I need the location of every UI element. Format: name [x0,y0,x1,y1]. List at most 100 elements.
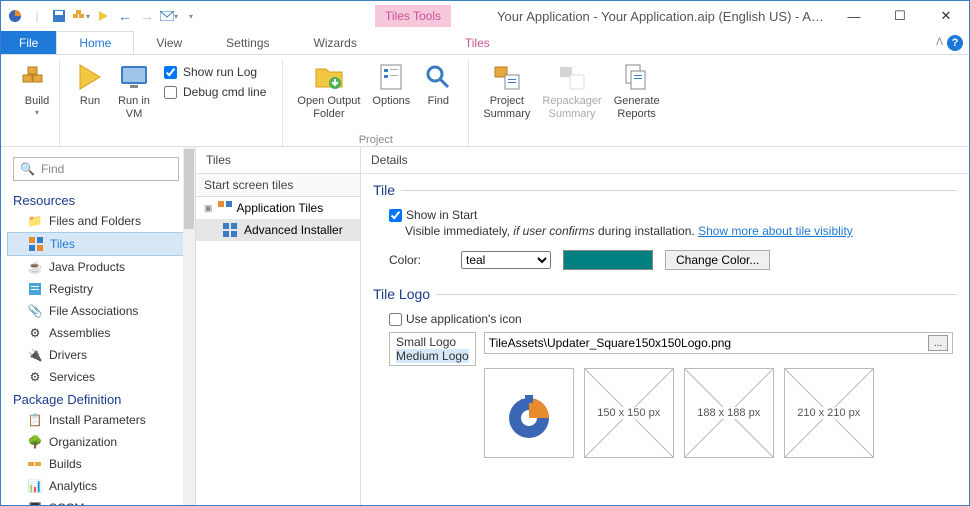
tab-tiles[interactable]: Tiles [443,31,512,54]
qat-mail-icon[interactable]: ▾ [159,6,179,26]
color-swatch [563,250,653,270]
folder-icon: 📁 [27,213,43,229]
tab-wizards[interactable]: Wizards [292,31,379,54]
assemblies-icon: ⚙ [27,325,43,341]
use-app-icon-checkbox[interactable]: Use application's icon [389,308,953,326]
nav-tiles[interactable]: Tiles [7,232,195,256]
tab-file[interactable]: File [1,31,56,54]
services-icon: ⚙ [27,369,43,385]
show-run-log-label: Show run Log [183,65,257,79]
nav-scrollbar[interactable] [183,147,195,505]
generate-reports-button[interactable]: Generate Reports [608,59,666,123]
browse-button[interactable]: ... [928,335,948,351]
debug-cmd-label: Debug cmd line [183,85,266,99]
tree-advanced-installer[interactable]: Advanced Installer [196,219,360,241]
tile-visibility-link[interactable]: Show more about tile visiblity [698,224,853,238]
section-line [436,294,957,295]
qat-forward-icon[interactable]: → [137,6,157,26]
project-summary-button[interactable]: Project Summary [477,59,536,123]
open-output-folder-button[interactable]: Open Output Folder [291,59,366,123]
nav-java-products[interactable]: ☕Java Products [7,256,195,278]
nav-registry[interactable]: Registry [7,278,195,300]
qat-back-icon[interactable]: ← [115,6,135,26]
run-in-vm-label: Run in VM [118,95,150,121]
tab-view[interactable]: View [134,31,204,54]
nav-organization[interactable]: 🌳Organization [7,431,195,453]
change-color-button[interactable]: Change Color... [665,250,770,270]
repackager-summary-label: Repackager Summary [542,95,601,121]
nav-builds[interactable]: Builds [7,453,195,475]
qat-customize[interactable]: ▾ [181,6,201,26]
repackager-summary-icon [556,61,588,93]
nav-install-params-label: Install Parameters [49,413,146,427]
nav-services-label: Services [49,370,95,384]
qat-save-icon[interactable] [49,6,69,26]
organization-icon: 🌳 [27,434,43,450]
tile-preview-210: 210 x 210 px [784,368,874,458]
build-label: Build [25,95,49,108]
nav-assemblies[interactable]: ⚙Assemblies [7,322,195,344]
help-icon[interactable]: ? [947,35,963,51]
logo-small-item[interactable]: Small Logo [396,335,469,349]
build-button[interactable]: Build ▾ [15,59,59,120]
run-button[interactable]: Run [68,59,112,110]
tile-preview-188: 188 x 188 px [684,368,774,458]
tile-preview-filled [484,368,574,458]
search-input[interactable]: 🔍 Find [13,157,179,181]
repackager-summary-button: Repackager Summary [536,59,607,123]
nav-java-label: Java Products [49,260,125,274]
logo-size-list[interactable]: Small Logo Medium Logo [389,332,476,366]
show-run-log-checkbox[interactable]: Show run Log [164,65,266,79]
nav-drivers[interactable]: 🔌Drivers [7,344,195,366]
nav-files-folders[interactable]: 📁Files and Folders [7,210,195,232]
tree-adv-installer-label: Advanced Installer [244,223,343,237]
nav-file-associations[interactable]: 📎File Associations [7,300,195,322]
find-label: Find [428,95,449,108]
search-icon: 🔍 [20,162,35,176]
tree-application-tiles[interactable]: ▣ Application Tiles [196,197,360,219]
nav-install-parameters[interactable]: 📋 Install Parameters [7,409,195,431]
search-placeholder: Find [41,162,64,176]
nav-services[interactable]: ⚙ Services [7,366,195,388]
run-in-vm-button[interactable]: Run in VM [112,59,156,123]
logo-medium-item[interactable]: Medium Logo [396,349,469,363]
show-in-start-checkbox[interactable]: Show in Start [389,204,953,222]
nav-analytics-label: Analytics [49,479,97,493]
tile-section-title: Tile [373,182,395,198]
collapse-ribbon-icon[interactable]: ᐱ [936,37,943,48]
generate-reports-icon [621,61,653,93]
color-select[interactable]: teal [461,251,551,269]
qat-build-icon[interactable]: ▾ [71,6,91,26]
maximize-button[interactable]: ☐ [877,1,923,31]
use-app-icon-label: Use application's icon [406,312,522,326]
registry-icon [27,281,43,297]
context-tool-label: Tiles Tools [375,5,451,27]
nav-tiles-label: Tiles [50,237,75,251]
qat-run-icon[interactable] [93,6,113,26]
close-button[interactable]: ✕ [923,1,969,31]
sccm-icon: 🖥 [27,500,43,505]
drivers-icon: 🔌 [27,347,43,363]
build-icon [21,61,53,93]
debug-cmd-checkbox[interactable]: Debug cmd line [164,85,266,99]
app-tiles-icon [217,200,233,216]
visibility-text: Visible immediately, if user confirms du… [389,222,953,246]
nav-sccm[interactable]: 🖥SCCM [7,497,195,505]
nav-analytics[interactable]: 📊Analytics [7,475,195,497]
nav-builds-label: Builds [49,457,82,471]
minimize-button[interactable]: — [831,1,877,31]
expand-icon[interactable]: ▣ [204,203,213,214]
options-button[interactable]: Options [366,59,416,110]
nav-file-assoc-label: File Associations [49,304,138,318]
run-label: Run [80,95,100,108]
show-in-start-label: Show in Start [406,208,477,222]
tile-logo-section-title: Tile Logo [373,286,430,302]
monitor-icon [118,61,150,93]
tab-settings[interactable]: Settings [204,31,291,54]
logo-path-input[interactable] [489,336,928,350]
run-icon [74,61,106,93]
install-params-icon: 📋 [27,412,43,428]
generate-reports-label: Generate Reports [614,95,660,121]
find-button[interactable]: Find [416,59,460,110]
tab-home[interactable]: Home [56,31,134,54]
